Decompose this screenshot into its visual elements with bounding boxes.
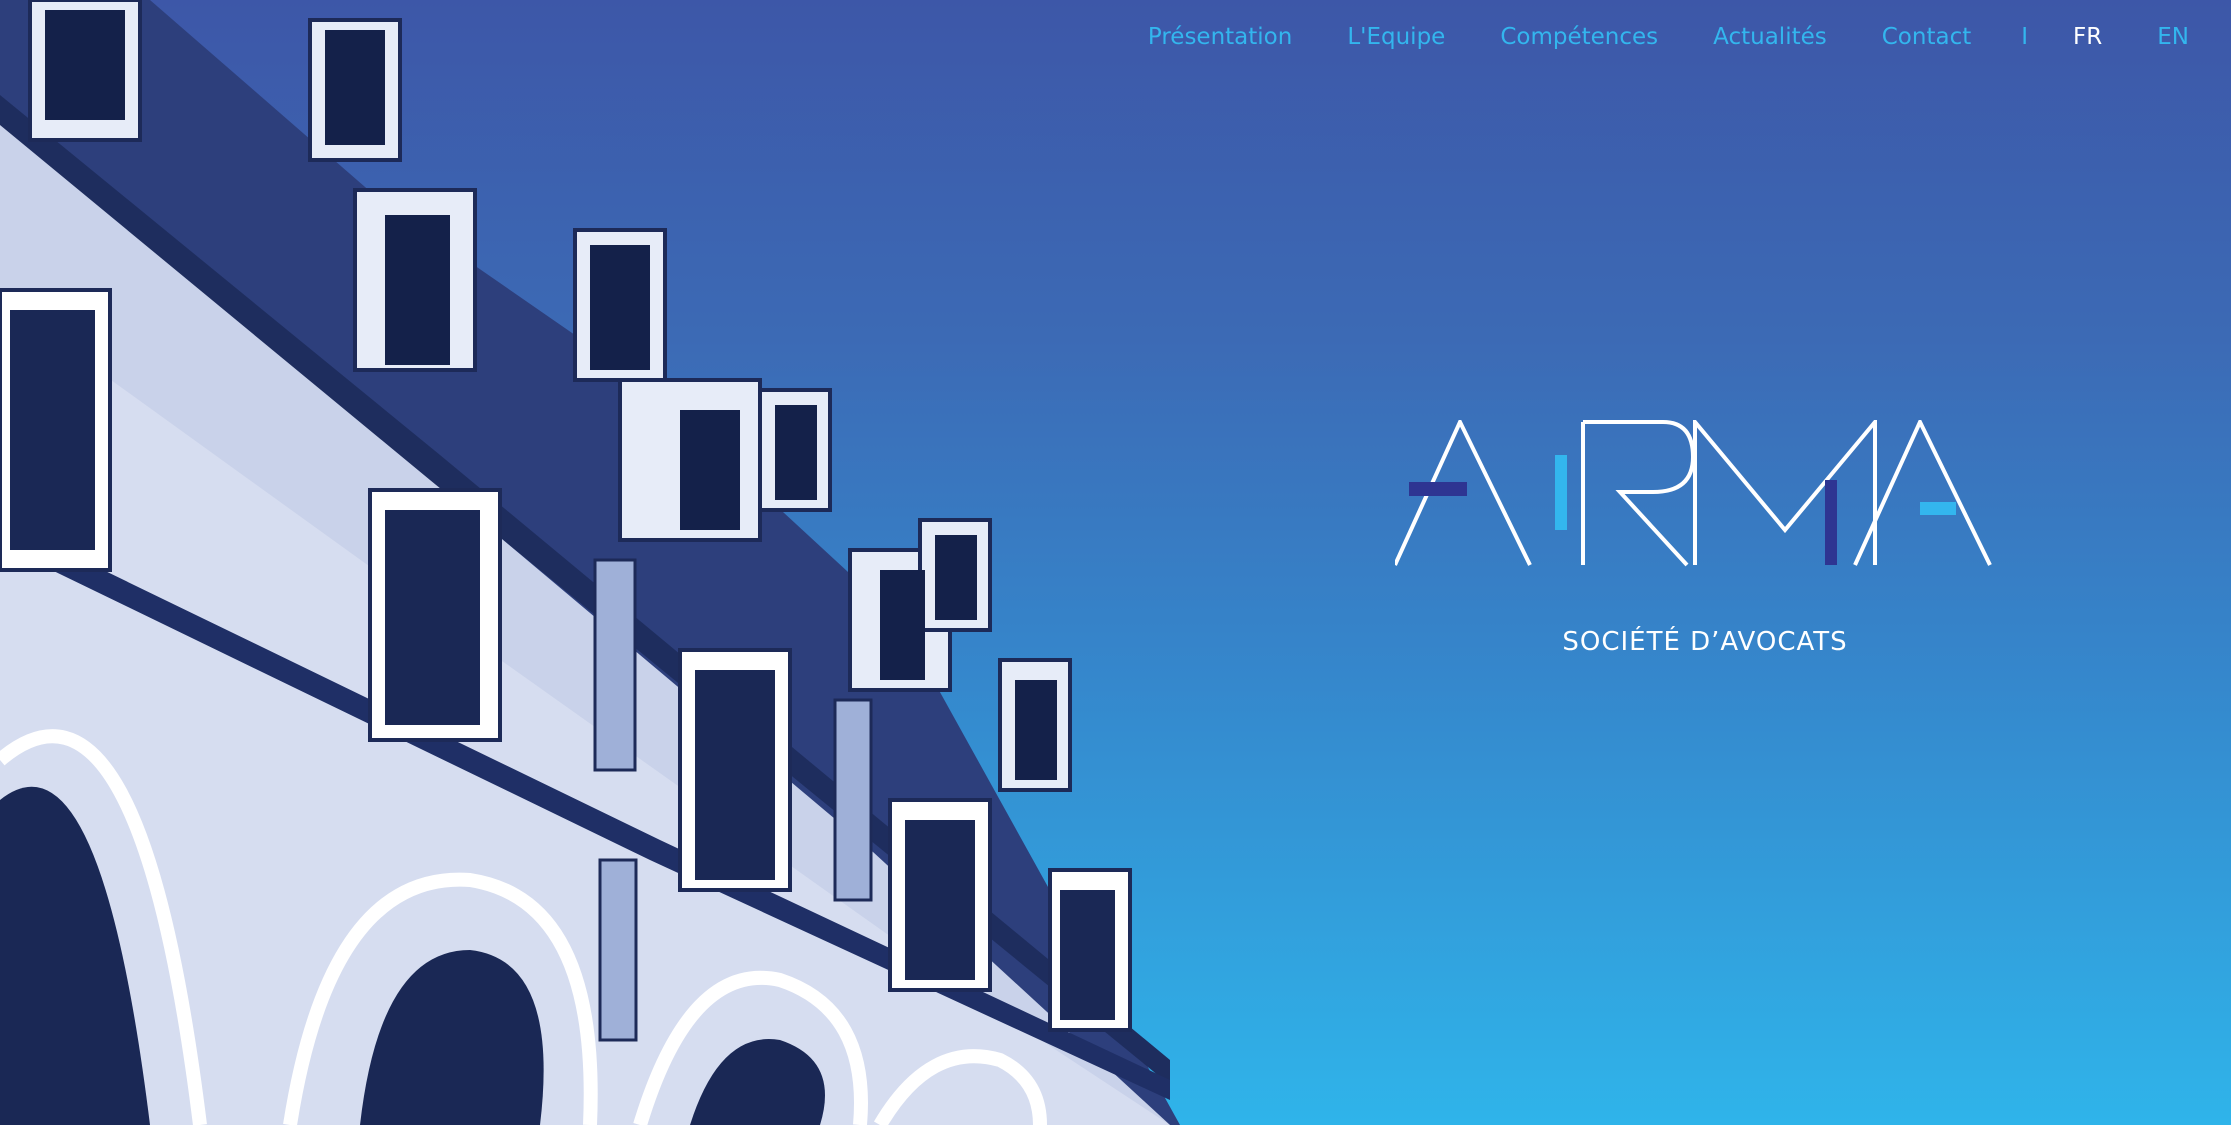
top-navigation: Présentation L'Equipe Compétences Actual…: [1093, 24, 2231, 50]
nav-link-actualites[interactable]: Actualités: [1713, 24, 1827, 50]
nav-link-competences[interactable]: Compétences: [1500, 24, 1658, 50]
logo-accent-bar: [1825, 480, 1837, 565]
language-en-link[interactable]: EN: [2157, 24, 2189, 50]
nav-link-contact[interactable]: Contact: [1882, 24, 1971, 50]
nav-separator: I: [2021, 24, 2029, 50]
brand-block: SOCIÉTÉ D’AVOCATS: [1395, 420, 2015, 657]
building-photo: [0, 0, 1180, 1125]
tagline: SOCIÉTÉ D’AVOCATS: [1562, 627, 1848, 657]
nav-link-equipe[interactable]: L'Equipe: [1347, 24, 1445, 50]
hero-section: Présentation L'Equipe Compétences Actual…: [0, 0, 2231, 1125]
nav-link-presentation[interactable]: Présentation: [1148, 24, 1292, 50]
logo-accent-bar: [1920, 502, 1956, 515]
arma-logo: [1395, 420, 1992, 567]
logo-accent-bar: [1555, 455, 1567, 530]
language-fr-link[interactable]: FR: [2073, 24, 2102, 50]
logo-accent-bar: [1409, 482, 1467, 496]
